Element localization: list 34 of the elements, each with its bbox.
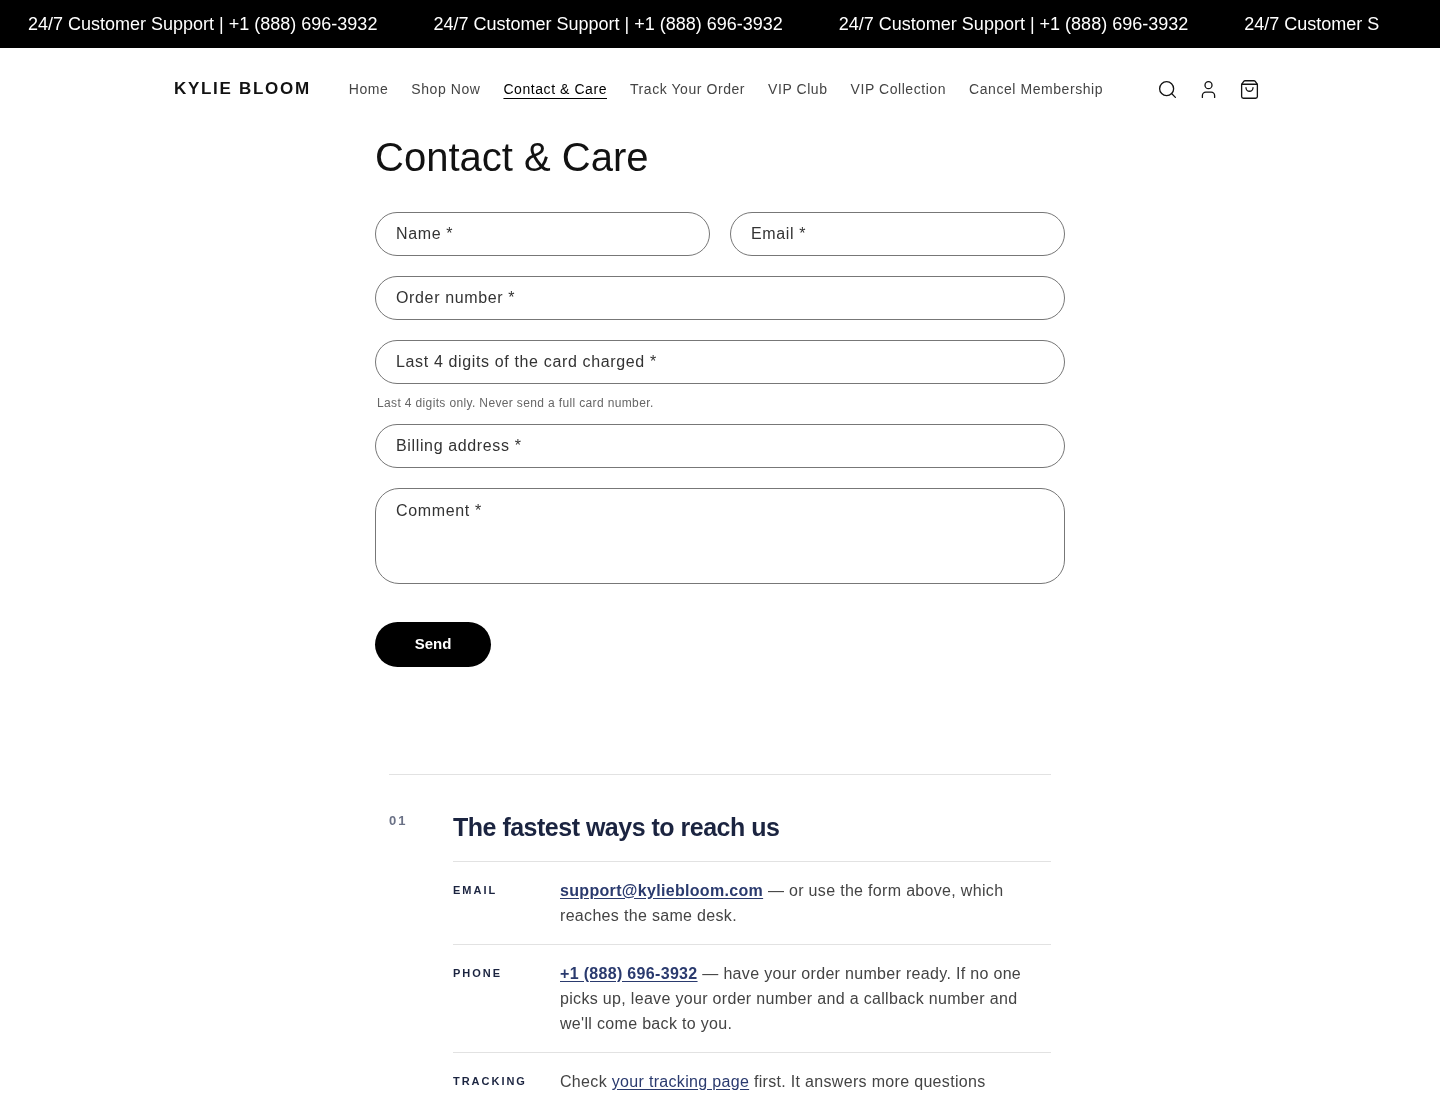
section-number: 01 <box>389 812 409 830</box>
nav-link[interactable]: Cancel Membership <box>969 78 1104 100</box>
row-text: support@kyliebloom.com — or use the form above, which reaches the same desk. <box>560 880 1005 926</box>
text-link[interactable]: support@kyliebloom.com <box>560 881 764 899</box>
search-icon[interactable] <box>1157 78 1178 100</box>
input-field[interactable]: Email * <box>730 212 1065 256</box>
page-title: Contact & Care <box>375 134 650 181</box>
input-field[interactable]: Last 4 digits of the card charged * <box>375 340 1065 384</box>
nav-link[interactable]: Track Your Order <box>630 78 746 100</box>
input-field[interactable]: Name * <box>375 212 710 256</box>
nav-link[interactable]: VIP Club <box>768 78 828 100</box>
row-text: +1 (888) 696-3932 — have your order number ready. If no one picks up, leave your order number and a callback number and we'll come back to you. <box>560 963 1023 1034</box>
row-label: EMAIL <box>453 882 499 898</box>
nav-link[interactable]: Shop Now <box>411 78 481 100</box>
announcement-text: 24/7 Customer Support | +1 (888) 696-3932 <box>28 12 378 36</box>
row-label: PHONE <box>453 965 504 981</box>
text-link[interactable]: +1 (888) 696-3932 <box>560 964 698 982</box>
input-field[interactable]: Billing address * <box>375 424 1065 468</box>
announcement-text: 24/7 Customer S <box>1244 12 1380 36</box>
comment-field[interactable]: Comment * <box>375 488 1065 584</box>
logo[interactable]: KYLIE BLOOM <box>174 76 311 102</box>
nav-link[interactable]: Home <box>348 78 389 100</box>
cart-icon[interactable] <box>1239 78 1260 100</box>
text-link[interactable]: your tracking page <box>611 1072 750 1090</box>
nav-link[interactable]: VIP Collection <box>850 78 947 100</box>
section-title: The fastest ways to reach us <box>453 809 1051 862</box>
field-hint: Last 4 digits only. Never send a full card number. <box>377 395 655 412</box>
announcement-text: 24/7 Customer Support | +1 (888) 696-3932 <box>838 12 1189 36</box>
nav-link[interactable]: Contact & Care <box>503 78 607 100</box>
send-button[interactable]: Send <box>375 622 491 667</box>
input-field[interactable]: Order number * <box>375 276 1065 320</box>
announcement-text: 24/7 Customer Support | +1 (888) 696-3932 <box>433 12 783 36</box>
row-label: TRACKING <box>453 1073 528 1089</box>
row-text: Check your tracking page first. It answers more questions <box>560 1071 986 1092</box>
